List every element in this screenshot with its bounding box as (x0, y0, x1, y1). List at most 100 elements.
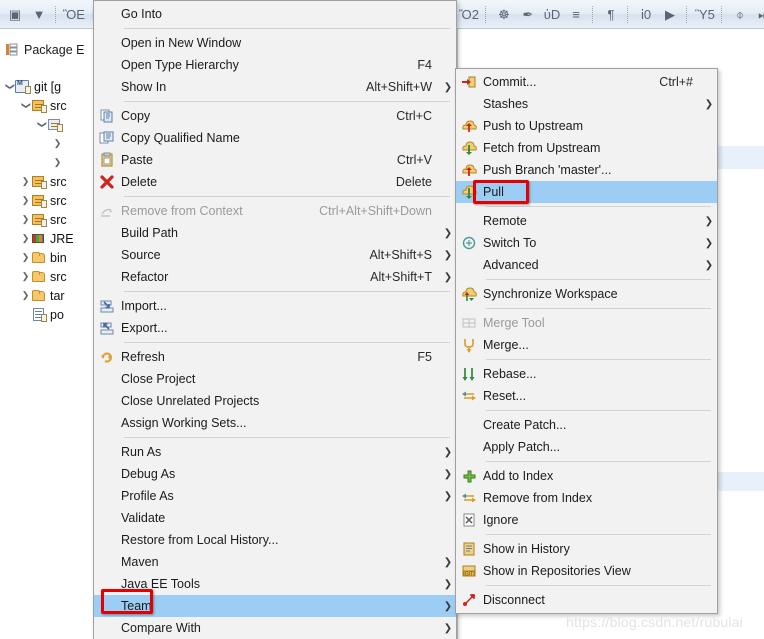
menu-item-restore-from-local-history[interactable]: Restore from Local History... ❯ (94, 529, 456, 551)
tab-package-explorer[interactable]: Package E (0, 38, 84, 61)
menu-item-open-type-hierarchy[interactable]: Open Type Hierarchy F4 ❯ (94, 54, 456, 76)
menu-item-source[interactable]: Source Alt+Shift+S ❯ (94, 244, 456, 266)
menu-item-rebase[interactable]: Rebase... ❯ (456, 363, 717, 385)
menu-item-refresh[interactable]: Refresh F5 ❯ (94, 346, 456, 368)
menu-item-icon-placeholder (94, 552, 120, 572)
menu-item-reset[interactable]: Reset... ❯ (456, 385, 717, 407)
menu-item-open-in-new-window[interactable]: Open in New Window ❯ (94, 32, 456, 54)
menu-item-fetch-from-upstream[interactable]: Fetch from Upstream ❯ (456, 137, 717, 159)
open-console-icon[interactable]: Ὓ5 (694, 4, 716, 26)
menu-item-paste[interactable]: Paste Ctrl+V ❯ (94, 149, 456, 171)
team-git-submenu[interactable]: Commit...Ctrl+#❯Stashes❯Push to Upstream… (455, 68, 718, 614)
twisty-expanded-icon[interactable] (4, 82, 15, 91)
menu-item-delete[interactable]: Delete Delete ❯ (94, 171, 456, 193)
menu-item-remote[interactable]: Remote ❯ (456, 210, 717, 232)
menu-item-disconnect[interactable]: Disconnect ❯ (456, 589, 717, 611)
menu-item-accelerator: Ctrl+V (396, 153, 432, 167)
menu-separator (486, 585, 711, 586)
toggle-block-selection-icon[interactable]: ≡ (565, 4, 587, 26)
menu-item-label: Close Project (121, 372, 196, 386)
menu-item-build-path[interactable]: Build Path ❯ (94, 222, 456, 244)
twisty-collapsed-icon[interactable] (20, 177, 31, 186)
twisty-expanded-icon[interactable] (36, 120, 47, 129)
menu-item-advanced[interactable]: Advanced ❯ (456, 254, 717, 276)
open-type-icon[interactable]: Ὄ2 (458, 4, 480, 26)
menu-item-label: Ignore (483, 513, 519, 527)
menu-item-run-as[interactable]: Run As ❯ (94, 441, 456, 463)
menu-item-arrow-placeholder: ❯ (440, 323, 456, 334)
jre-library-icon (31, 231, 47, 246)
menu-item-maven[interactable]: Maven ❯ (94, 551, 456, 573)
twisty-expanded-icon[interactable] (20, 101, 31, 110)
twisty-collapsed-icon[interactable] (20, 272, 31, 281)
menu-item-apply-patch[interactable]: Apply Patch... ❯ (456, 436, 717, 458)
menu-item-pull[interactable]: Pull ❯ (456, 181, 717, 203)
save-icon[interactable]: ὋE (63, 4, 85, 26)
tree-item-label: src (50, 269, 67, 284)
show-whitespace-icon[interactable]: ¶ (600, 4, 622, 26)
menu-item-ignore[interactable]: Ignore ❯ (456, 509, 717, 531)
menu-item-show-in-history[interactable]: Show in History ❯ (456, 538, 717, 560)
menu-item-create-patch[interactable]: Create Patch... ❯ (456, 414, 717, 436)
twisty-collapsed-icon[interactable] (52, 158, 63, 167)
menu-item-import[interactable]: Import... ❯ (94, 295, 456, 317)
twisty-collapsed-icon[interactable] (52, 139, 63, 148)
menu-item-copy-qualified-name[interactable]: Copy Qualified Name ❯ (94, 127, 456, 149)
new-dropdown-arrow-icon[interactable]: ▼ (28, 4, 50, 26)
menu-item-label: Synchronize Workspace (483, 287, 618, 301)
menu-item-validate[interactable]: Validate ❯ (94, 507, 456, 529)
menu-separator (124, 291, 450, 292)
twisty-collapsed-icon[interactable] (20, 253, 31, 262)
twisty-collapsed-icon[interactable] (20, 234, 31, 243)
menu-item-profile-as[interactable]: Profile As ❯ (94, 485, 456, 507)
menu-item-label: Switch To (483, 236, 537, 250)
menu-item-debug-as[interactable]: Debug As ❯ (94, 463, 456, 485)
new-wizard-icon[interactable]: ▣ (4, 4, 26, 26)
menu-item-arrow-placeholder: ❯ (440, 418, 456, 429)
menu-item-icon-placeholder (456, 415, 482, 435)
twisty-collapsed-icon[interactable] (20, 196, 31, 205)
menu-item-export[interactable]: Export... ❯ (94, 317, 456, 339)
package-explorer-icon (4, 42, 19, 57)
menu-item-arrow-placeholder: ❯ (701, 77, 717, 88)
menu-item-go-into[interactable]: Go Into ❯ (94, 3, 456, 25)
new-java-package-icon[interactable]: ☸ (493, 4, 515, 26)
project-context-menu[interactable]: Go Into❯ Open in New Window❯Open Type Hie… (93, 0, 457, 639)
menu-item-label: Import... (121, 299, 167, 313)
menu-item-show-in-repositories-view[interactable]: GIT Show in Repositories View ❯ (456, 560, 717, 582)
twisty-collapsed-icon[interactable] (20, 291, 31, 300)
menu-item-assign-working-sets[interactable]: Assign Working Sets... ❯ (94, 412, 456, 434)
menu-item-arrow-placeholder: ❯ (701, 471, 717, 482)
menu-item-icon-placeholder (94, 508, 120, 528)
skip-breakpoints-icon[interactable]: ⌽ (729, 4, 751, 26)
menu-item-merge[interactable]: Merge... ❯ (456, 334, 717, 356)
search-icon[interactable]: ὐD (541, 4, 563, 26)
tree-icon-placeholder (63, 136, 79, 151)
submenu-chevron-icon: ❯ (443, 446, 453, 458)
menu-item-team[interactable]: Team ❯ (94, 595, 456, 617)
menu-item-java-ee-tools[interactable]: Java EE Tools ❯ (94, 573, 456, 595)
menu-item-copy[interactable]: Copy Ctrl+C ❯ (94, 105, 456, 127)
run-last-tool-icon[interactable]: ▶ (659, 4, 681, 26)
menu-item-push-to-upstream[interactable]: Push to Upstream ❯ (456, 115, 717, 137)
menu-item-icon-placeholder (94, 77, 120, 97)
menu-item-synchronize-workspace[interactable]: Synchronize Workspace ❯ (456, 283, 717, 305)
menu-item-commit[interactable]: Commit... Ctrl+# ❯ (456, 71, 717, 93)
menu-item-switch-to[interactable]: Switch To ❯ (456, 232, 717, 254)
menu-item-refactor[interactable]: Refactor Alt+Shift+T ❯ (94, 266, 456, 288)
menu-item-stashes[interactable]: Stashes ❯ (456, 93, 717, 115)
menu-item-label: Compare With (121, 621, 201, 635)
quick-access-icon[interactable]: ✒ (517, 4, 539, 26)
twisty-collapsed-icon[interactable] (20, 215, 31, 224)
menu-item-add-to-index[interactable]: Add to Index ❯ (456, 465, 717, 487)
open-browser-icon[interactable]: ἱ0 (635, 4, 657, 26)
menu-item-push-branch-master[interactable]: Push Branch 'master'... ❯ (456, 159, 717, 181)
menu-item-close-project[interactable]: Close Project ❯ (94, 368, 456, 390)
menu-item-remove-from-index[interactable]: Remove from Index ❯ (456, 487, 717, 509)
menu-item-show-in[interactable]: Show In Alt+Shift+W ❯ (94, 76, 456, 98)
git-project-icon (15, 79, 31, 94)
step-over-icon[interactable]: ⏭ (753, 4, 764, 26)
menu-item-compare-with[interactable]: Compare With ❯ (94, 617, 456, 639)
menu-item-close-unrelated-projects[interactable]: Close Unrelated Projects ❯ (94, 390, 456, 412)
source-folder-icon (31, 193, 47, 208)
